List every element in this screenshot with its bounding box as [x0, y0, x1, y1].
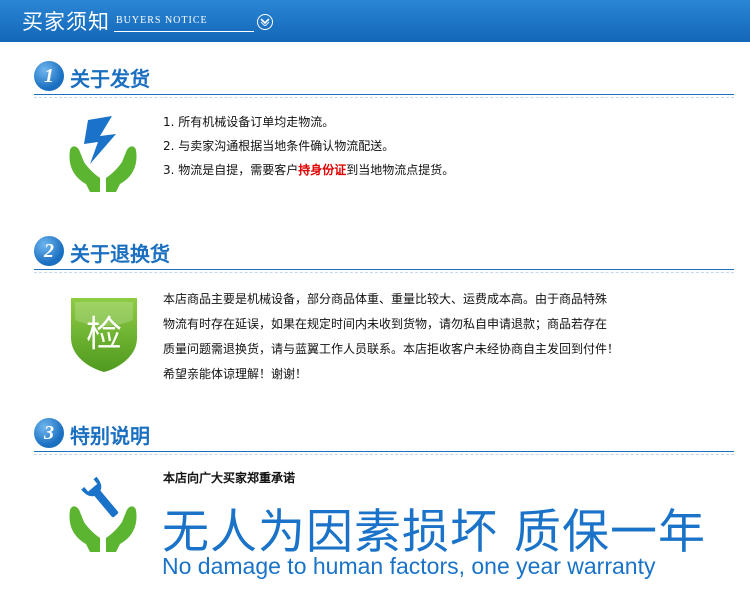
- promise-text: 本店向广大买家郑重承诺: [163, 471, 296, 485]
- section-rule: [34, 451, 734, 452]
- returns-paragraph: 本店商品主要是机械设备，部分商品体重、重量比较大、运费成本高。由于商品特殊 物流…: [163, 287, 708, 387]
- warranty-slogan-en: No damage to human factors, one year war…: [162, 553, 656, 579]
- header-bar: 买家须知 BUYERS NOTICE: [0, 0, 750, 42]
- warranty-slogan-cn: 无人为因素损坏 质保一年: [162, 505, 706, 560]
- shipping-list: 1. 所有机械设备订单均走物流。 2. 与卖家沟通根据当地条件确认物流配送。 3…: [163, 110, 454, 182]
- section-rule: [34, 269, 734, 270]
- header-subtitle: BUYERS NOTICE: [116, 15, 208, 26]
- paragraph-line: 希望亲能体谅理解！谢谢！: [163, 367, 308, 381]
- list-item: 1. 所有机械设备订单均走物流。: [163, 115, 335, 129]
- section-shipping-heading: 1 关于发货: [34, 61, 734, 98]
- section-returns-heading: 2 关于退换货: [34, 236, 734, 273]
- list-item: 3. 物流是自提，需要客户持身份证到当地物流点提货。: [163, 158, 454, 182]
- section-rule-dashed: [34, 97, 734, 98]
- paragraph-line: 质量问题需退换货，请与蓝翼工作人员联系。本店拒收客户未经协商自主发回到付件！: [163, 342, 620, 356]
- section-number-badge: 3: [34, 418, 64, 448]
- lightning-hands-icon: [69, 116, 137, 192]
- section-rule: [34, 94, 734, 95]
- section-number-badge: 2: [34, 236, 64, 266]
- list-item-text: 3. 物流是自提，需要客户: [163, 163, 299, 177]
- wrench-hands-icon: [69, 476, 137, 552]
- chevron-down-icon: [260, 18, 270, 26]
- inspection-shield-icon: 检: [71, 298, 137, 372]
- section-rule-dashed: [34, 454, 734, 455]
- section-title: 特别说明: [70, 424, 150, 448]
- section-title: 关于发货: [70, 67, 150, 91]
- list-item: 2. 与卖家沟通根据当地条件确认物流配送。: [163, 139, 395, 153]
- paragraph-line: 物流有时存在延误，如果在规定时间内未收到货物，请勿私自申请退款；商品若存在: [163, 317, 608, 331]
- header-underline: [114, 31, 254, 32]
- header-title: 买家须知: [22, 10, 110, 34]
- id-card-highlight: 持身份证: [298, 163, 347, 177]
- paragraph-line: 本店商品主要是机械设备，部分商品体重、重量比较大、运费成本高。由于商品特殊: [163, 292, 608, 306]
- expand-button[interactable]: [257, 14, 273, 30]
- section-number-badge: 1: [34, 61, 64, 91]
- section-title: 关于退换货: [70, 242, 170, 266]
- list-item-text: 到当地物流点提货。: [346, 163, 455, 177]
- svg-text:检: 检: [86, 314, 122, 355]
- section-special-heading: 3 特别说明: [34, 418, 734, 455]
- section-rule-dashed: [34, 272, 734, 273]
